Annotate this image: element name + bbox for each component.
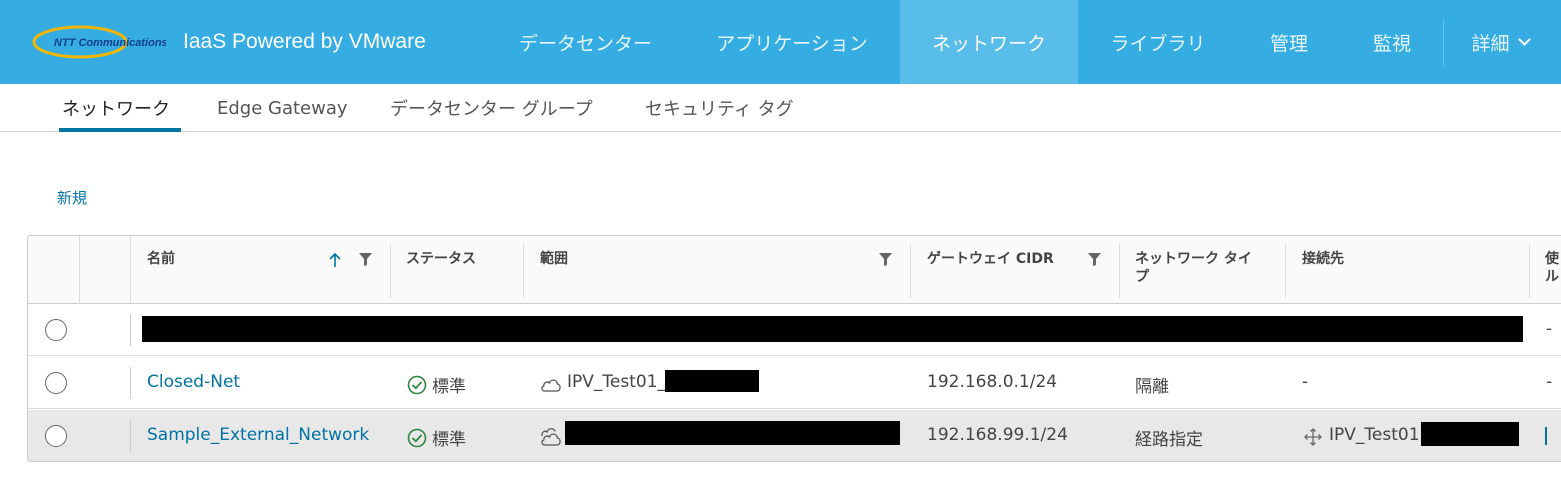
nav-divider (1443, 18, 1444, 66)
column-divider (910, 244, 911, 298)
row-divider (130, 367, 131, 399)
redacted-content (142, 316, 1523, 342)
table-row[interactable]: - (28, 304, 1561, 356)
table-row[interactable]: Sample_External_Network 標準 192.168.99.1/… (28, 410, 1561, 461)
app-header: NTT Communications IaaS Powered by VMwar… (0, 0, 1561, 84)
column-divider (1529, 244, 1530, 298)
column-divider (523, 244, 524, 298)
row-extra-value: - (1546, 319, 1553, 339)
new-network-button[interactable]: 新規 (57, 187, 87, 208)
column-divider (1119, 244, 1120, 298)
row-extra-indicator (1545, 427, 1547, 445)
column-header-network-type-line2: プ (1135, 269, 1149, 285)
status-text: 標準 (432, 430, 466, 450)
scope-text: IPV_Test01_ (567, 372, 667, 392)
row-extra-value: - (1546, 372, 1553, 392)
network-type-text: 隔離 (1135, 377, 1169, 397)
column-divider (1285, 244, 1286, 298)
sub-navigation: ネットワーク Edge Gateway データセンター グループ セキュリティ … (0, 84, 1561, 132)
nav-more-menu[interactable]: 詳細 (1460, 0, 1540, 84)
svg-text:NTT Communications: NTT Communications (54, 37, 166, 49)
active-tab-indicator (59, 128, 181, 132)
redacted-content (1421, 422, 1519, 446)
table-row[interactable]: Closed-Net 標準 IPV_Test01_ 192.168.0.1/24… (28, 357, 1561, 409)
chevron-down-icon (1517, 32, 1531, 46)
column-header-connected-to[interactable]: 接続先 (1302, 250, 1344, 268)
datagrid-header: 名前 ステータス 範囲 ゲートウェイ CIDR ネットワーク タイ プ 接続先 … (28, 236, 1561, 304)
column-header-status[interactable]: ステータス (406, 250, 476, 268)
network-name-link[interactable]: Closed-Net (147, 372, 240, 392)
app-title: IaaS Powered by VMware (183, 30, 426, 53)
ntt-logo: NTT Communications (32, 25, 166, 59)
row-divider (130, 314, 131, 346)
network-name-link[interactable]: Sample_External_Network (147, 425, 369, 445)
network-type-text: 経路指定 (1135, 430, 1203, 450)
tab-edge-gateway[interactable]: Edge Gateway (217, 84, 348, 132)
column-header-extra[interactable]: 使 ル (1545, 250, 1559, 286)
nav-admin[interactable]: 管理 (1252, 0, 1326, 84)
cloud-icon (541, 379, 561, 392)
column-header-network-type-line1: ネットワーク タイ (1135, 251, 1252, 267)
row-divider (130, 420, 131, 452)
redacted-content (565, 421, 900, 445)
tab-networks[interactable]: ネットワーク (62, 84, 170, 132)
row-select-radio[interactable] (45, 372, 67, 394)
column-header-extra-line1: 使 (1545, 251, 1559, 267)
status-text: 標準 (432, 377, 466, 397)
column-divider (130, 236, 131, 304)
column-header-gateway-cidr[interactable]: ゲートウェイ CIDR (927, 250, 1054, 268)
nav-network[interactable]: ネットワーク (900, 0, 1078, 84)
tab-security-tags[interactable]: セキュリティ タグ (645, 84, 794, 132)
check-circle-icon (407, 428, 427, 448)
gateway-cidr-text: 192.168.0.1/24 (927, 372, 1058, 392)
row-select-radio[interactable] (45, 319, 67, 341)
column-header-network-type[interactable]: ネットワーク タイ プ (1135, 250, 1252, 286)
column-header-extra-line2: ル (1545, 269, 1559, 285)
network-datagrid: 名前 ステータス 範囲 ゲートウェイ CIDR ネットワーク タイ プ 接続先 … (27, 235, 1561, 462)
filter-icon[interactable] (1088, 253, 1101, 266)
filter-icon[interactable] (879, 253, 892, 266)
redacted-content (665, 370, 759, 392)
connected-to-text: - (1302, 372, 1309, 392)
gateway-cidr-text: 192.168.99.1/24 (927, 425, 1068, 445)
nav-more-label: 詳細 (1471, 32, 1510, 55)
multi-cloud-icon (541, 428, 561, 446)
column-header-scope[interactable]: 範囲 (540, 250, 568, 268)
row-select-radio[interactable] (45, 425, 67, 447)
connected-to-text: IPV_Test01 (1329, 425, 1420, 445)
check-circle-icon (407, 375, 427, 395)
nav-datacenter[interactable]: データセンター (498, 0, 673, 84)
nav-monitoring[interactable]: 監視 (1355, 0, 1429, 84)
tab-datacenter-groups[interactable]: データセンター グループ (390, 84, 593, 132)
nav-applications[interactable]: アプリケーション (698, 0, 886, 84)
arrow-up-icon[interactable] (328, 252, 342, 268)
filter-icon[interactable] (359, 253, 372, 266)
move-arrows-icon (1304, 428, 1322, 446)
column-divider (79, 236, 80, 304)
column-header-name[interactable]: 名前 (147, 250, 175, 268)
column-divider (390, 244, 391, 298)
nav-library[interactable]: ライブラリ (1098, 0, 1218, 84)
